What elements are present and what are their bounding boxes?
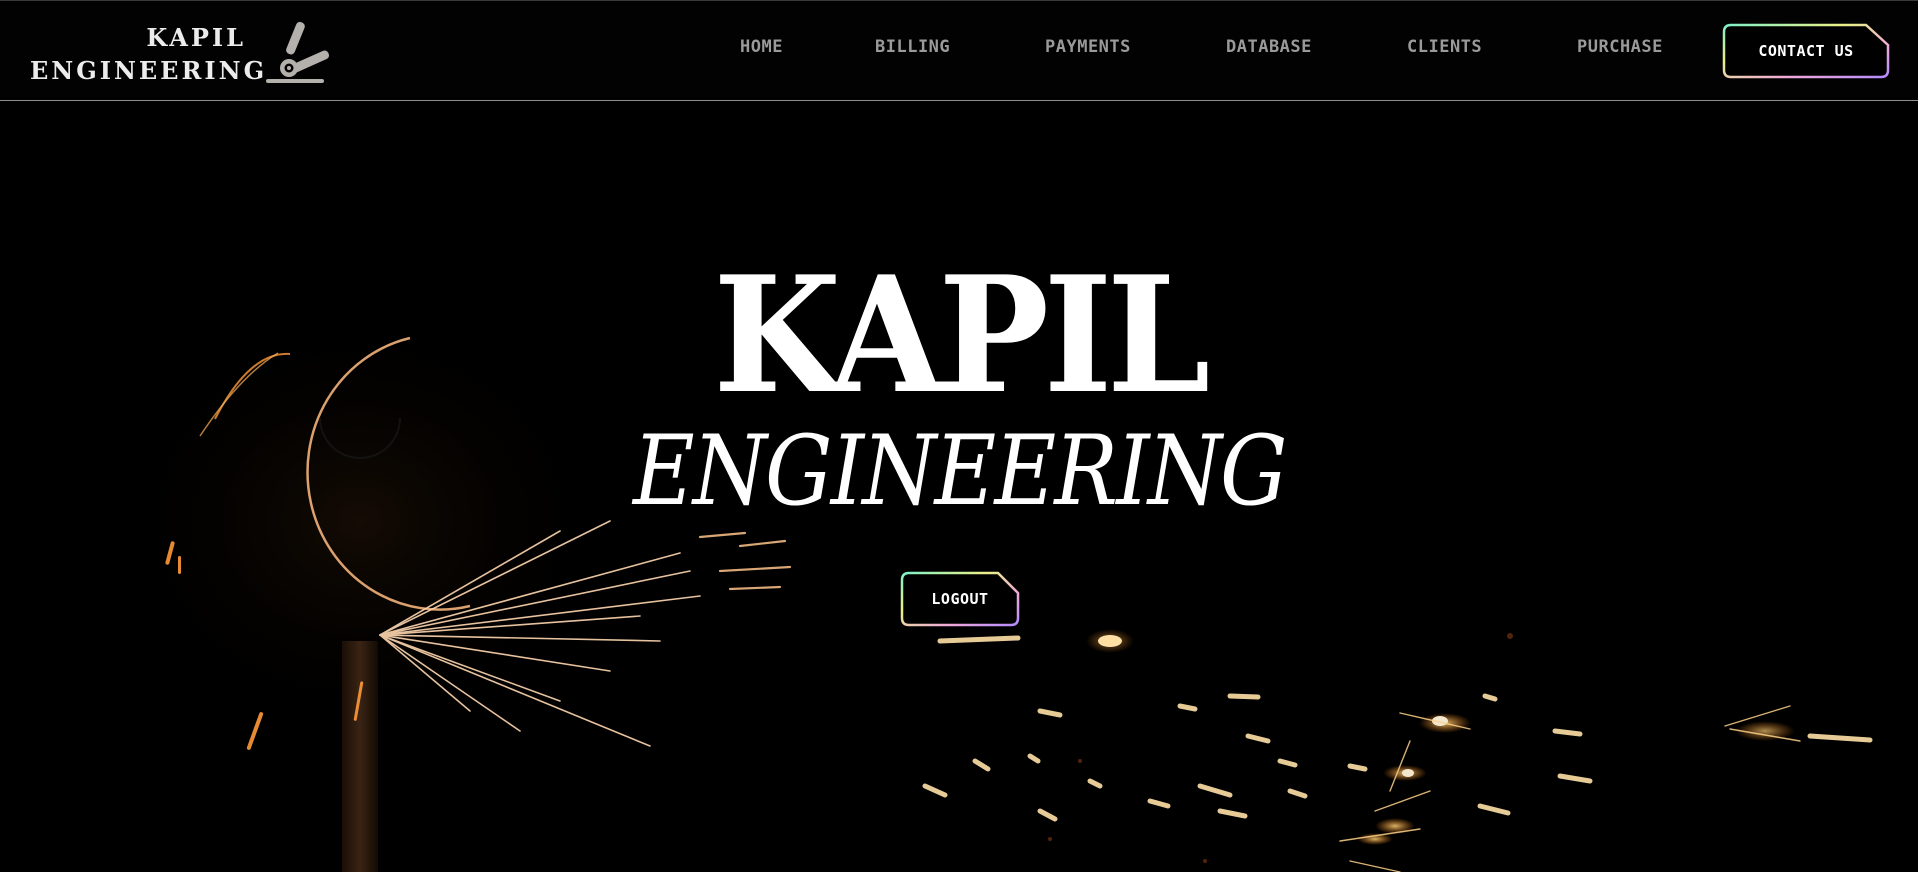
hero-section: KAPIL ENGINEERING LOGOUT — [0, 101, 1918, 872]
nav-billing-link[interactable]: BILLING — [875, 37, 950, 57]
top-navbar: KAPIL ENGINEERING HOME BILLING PAYMENTS … — [0, 0, 1918, 101]
contact-us-button[interactable]: CONTACT US — [1722, 23, 1890, 79]
hero-title: KAPIL — [713, 241, 1210, 429]
nav-database-link[interactable]: DATABASE — [1226, 37, 1312, 57]
nav-purchase-link[interactable]: PURCHASE — [1577, 37, 1663, 57]
nav-payments-link[interactable]: PAYMENTS — [1045, 37, 1131, 57]
logout-button[interactable]: LOGOUT — [900, 571, 1020, 627]
nav-clients-link[interactable]: CLIENTS — [1407, 37, 1482, 57]
hero-subtitle: ENGINEERING — [632, 415, 1287, 527]
main-nav: HOME BILLING PAYMENTS DATABASE CLIENTS P… — [0, 37, 1700, 67]
contact-us-label: CONTACT US — [1758, 42, 1854, 60]
logout-label: LOGOUT — [931, 590, 989, 608]
nav-home-link[interactable]: HOME — [740, 37, 783, 57]
